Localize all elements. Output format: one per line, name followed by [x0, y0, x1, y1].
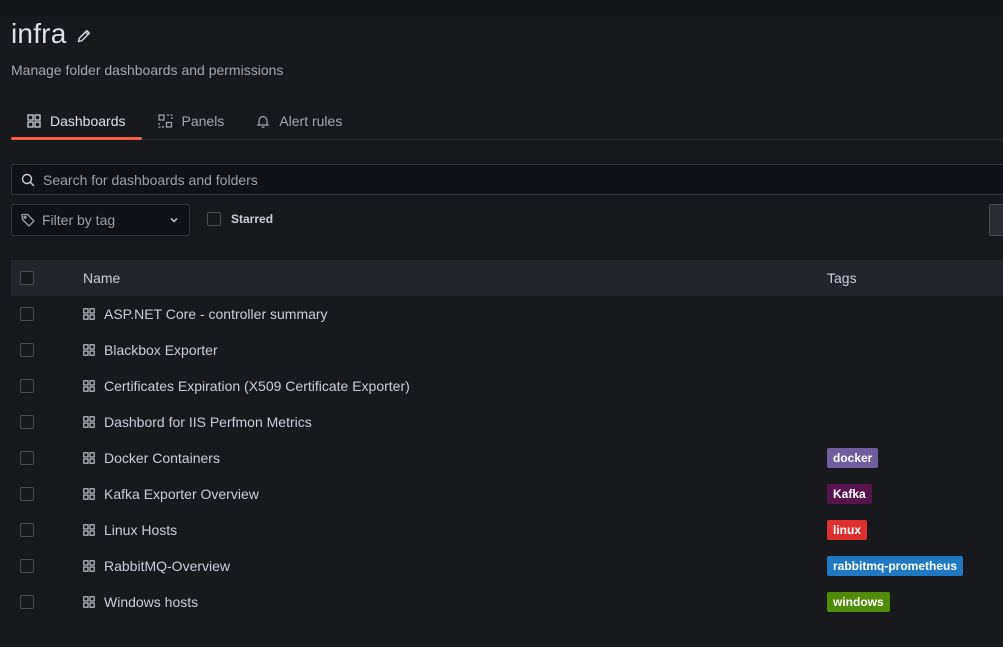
name-cell: Blackbox Exporter — [83, 342, 827, 358]
table-row[interactable]: Dashbord for IIS Perfmon Metrics — [11, 404, 1003, 440]
table-row[interactable]: ASP.NET Core - controller summary — [11, 296, 1003, 332]
dashboard-icon — [83, 416, 95, 428]
name-cell: Dashbord for IIS Perfmon Metrics — [83, 414, 827, 430]
search-input[interactable] — [41, 170, 945, 189]
tag-filter-select[interactable]: Filter by tag — [11, 204, 190, 236]
tab-label: Dashboards — [50, 112, 126, 129]
row-check-cell — [11, 415, 83, 429]
name-cell: RabbitMQ-Overview — [83, 558, 827, 574]
tab-dashboards[interactable]: Dashboards — [11, 103, 142, 140]
tags-cell: Kafka — [827, 484, 1003, 504]
name-cell: Kafka Exporter Overview — [83, 486, 827, 502]
tag-badge[interactable]: Kafka — [827, 484, 872, 504]
table-header: Name Tags — [11, 260, 1003, 296]
row-checkbox[interactable] — [20, 307, 34, 321]
name-column-header: Name — [83, 270, 121, 286]
name-cell: Windows hosts — [83, 594, 827, 610]
dashboard-icon — [83, 488, 95, 500]
page-title: infra — [11, 18, 67, 49]
search-bar — [11, 164, 1003, 195]
tags-column-header: Tags — [827, 270, 857, 286]
name-cell: Certificates Expiration (X509 Certificat… — [83, 378, 827, 394]
dashboard-table: Name Tags ASP.NET Core - controller summ… — [11, 260, 1003, 620]
top-bar — [0, 0, 1003, 16]
table-row[interactable]: Certificates Expiration (X509 Certificat… — [11, 368, 1003, 404]
row-checkbox[interactable] — [20, 451, 34, 465]
page-subtitle: Manage folder dashboards and permissions — [11, 62, 284, 78]
tag-badge[interactable]: rabbitmq-prometheus — [827, 556, 964, 576]
dashboard-icon — [83, 560, 95, 572]
row-checkbox[interactable] — [20, 595, 34, 609]
search-icon — [21, 173, 35, 187]
starred-filter[interactable]: Starred — [207, 212, 273, 226]
tag-badge[interactable]: windows — [827, 592, 890, 612]
table-body: ASP.NET Core - controller summary Blackbo… — [11, 296, 1003, 620]
tags-cell: linux — [827, 520, 1003, 540]
folder-page: infra Manage folder dashboards and permi… — [0, 0, 1003, 647]
dashboard-icon — [83, 344, 95, 356]
dashboard-link[interactable]: Linux Hosts — [104, 522, 177, 538]
dashboard-link[interactable]: ASP.NET Core - controller summary — [104, 306, 328, 322]
row-check-cell — [11, 595, 83, 609]
row-check-cell — [11, 451, 83, 465]
library-panels-icon — [157, 113, 173, 128]
select-all-checkbox[interactable] — [20, 271, 34, 285]
name-cell: Docker Containers — [83, 450, 827, 466]
dashboard-link[interactable]: Docker Containers — [104, 450, 220, 466]
pencil-icon[interactable] — [75, 27, 93, 45]
name-cell: ASP.NET Core - controller summary — [83, 306, 827, 322]
starred-label: Starred — [231, 212, 274, 226]
header-check-cell — [11, 271, 83, 285]
dashboard-link[interactable]: RabbitMQ-Overview — [104, 558, 230, 574]
dashboard-link[interactable]: Blackbox Exporter — [104, 342, 218, 358]
table-row[interactable]: Docker Containers docker — [11, 440, 1003, 476]
dashboard-icon — [83, 596, 95, 608]
dashboard-link[interactable]: Kafka Exporter Overview — [104, 486, 259, 502]
view-toggle-button[interactable] — [989, 204, 1003, 236]
tag-filter-placeholder: Filter by tag — [42, 212, 116, 228]
row-checkbox[interactable] — [20, 415, 34, 429]
row-checkbox[interactable] — [20, 487, 34, 501]
tab-label: Alert rules — [279, 112, 343, 129]
tags-cell: docker — [827, 448, 1003, 468]
table-row[interactable]: Blackbox Exporter — [11, 332, 1003, 368]
tags-cell: rabbitmq-prometheus — [827, 556, 1003, 576]
row-checkbox[interactable] — [20, 559, 34, 573]
tab-bar: Dashboards Panels Alert rules — [11, 103, 1003, 140]
dashboard-icon — [83, 524, 95, 536]
row-checkbox[interactable] — [20, 379, 34, 393]
tag-icon — [21, 213, 35, 227]
table-row[interactable]: Kafka Exporter Overview Kafka — [11, 476, 1003, 512]
starred-checkbox[interactable] — [207, 212, 221, 226]
dashboard-icon — [83, 308, 95, 320]
tag-badge[interactable]: linux — [827, 520, 868, 540]
tab-alert-rules[interactable]: Alert rules — [240, 103, 358, 138]
tags-cell: windows — [827, 592, 1003, 612]
row-check-cell — [11, 307, 83, 321]
table-row[interactable]: Windows hosts windows — [11, 584, 1003, 620]
dashboard-link[interactable]: Certificates Expiration (X509 Certificat… — [104, 378, 410, 394]
apps-icon — [27, 113, 41, 128]
dashboard-link[interactable]: Windows hosts — [104, 594, 198, 610]
name-cell: Linux Hosts — [83, 522, 827, 538]
row-checkbox[interactable] — [20, 343, 34, 357]
dashboard-icon — [83, 380, 95, 392]
row-check-cell — [11, 343, 83, 357]
row-check-cell — [11, 559, 83, 573]
tag-badge[interactable]: docker — [827, 448, 879, 468]
row-check-cell — [11, 523, 83, 537]
dashboard-link[interactable]: Dashbord for IIS Perfmon Metrics — [104, 414, 312, 430]
table-row[interactable]: Linux Hosts linux — [11, 512, 1003, 548]
page-header: infra — [11, 18, 93, 50]
table-row[interactable]: RabbitMQ-Overview rabbitmq-prometheus — [11, 548, 1003, 584]
row-checkbox[interactable] — [20, 523, 34, 537]
row-check-cell — [11, 379, 83, 393]
tab-label: Panels — [181, 112, 225, 129]
dashboard-icon — [83, 452, 95, 464]
row-check-cell — [11, 487, 83, 501]
bell-icon — [256, 114, 270, 128]
chevron-down-icon — [169, 215, 179, 225]
tab-panels[interactable]: Panels — [142, 103, 241, 138]
